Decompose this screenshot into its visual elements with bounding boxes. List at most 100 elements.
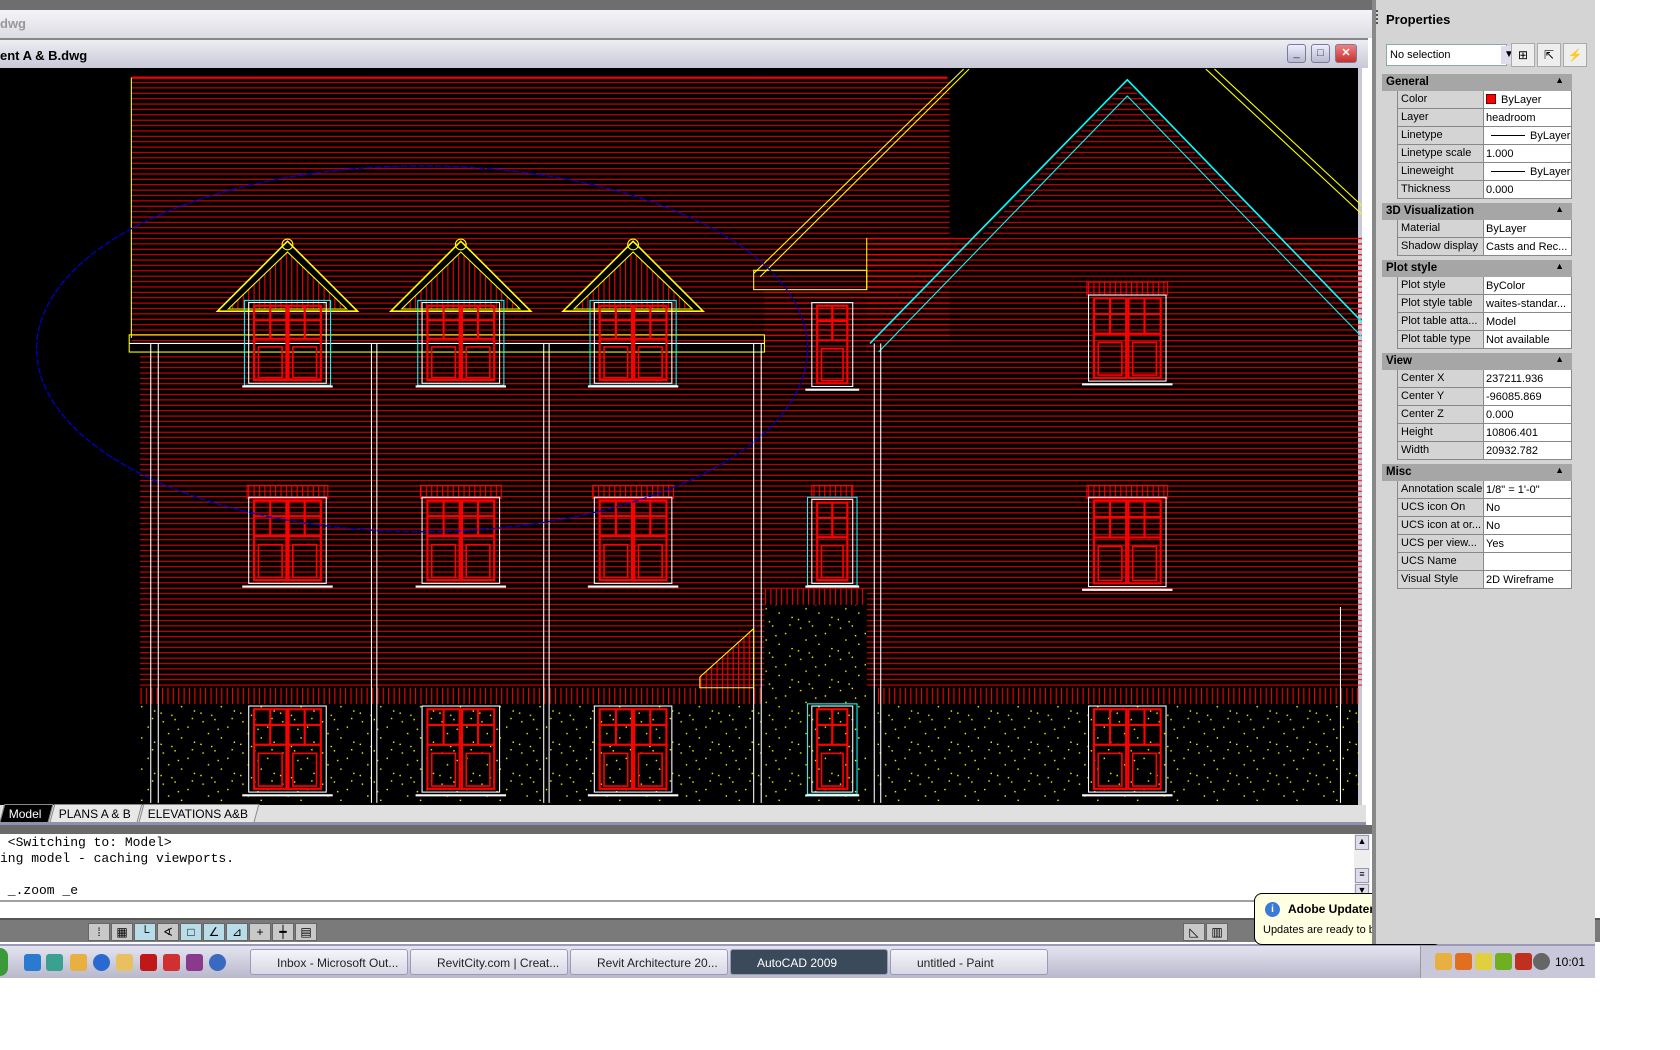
command-line-history[interactable]: <Switching to: Model> ing model - cachin…: [0, 834, 1372, 902]
quick-select-button[interactable]: ⚡: [1563, 43, 1587, 67]
ortho-icon[interactable]: └: [134, 923, 156, 941]
property-row[interactable]: Visual Style 2D Wireframe: [1397, 571, 1572, 589]
clock[interactable]: 10:01: [1555, 955, 1585, 969]
taskbar-item-autocad[interactable]: AutoCAD 2009: [730, 949, 888, 975]
property-value[interactable]: 10806.401: [1484, 424, 1572, 441]
taskbar-item-paint[interactable]: untitled - Paint: [890, 949, 1048, 975]
property-row[interactable]: Linetype scale 1.000: [1397, 145, 1572, 163]
collapse-icon[interactable]: ▲: [1555, 261, 1564, 271]
drawing-viewport[interactable]: [0, 68, 1363, 805]
section-3d-visualization[interactable]: 3D Visualization ▲: [1382, 203, 1572, 220]
property-value[interactable]: ByLayer: [1484, 163, 1572, 180]
quicklaunch-desktop-icon[interactable]: [24, 954, 41, 971]
tray-network-icon[interactable]: [1475, 953, 1492, 970]
tab-plans[interactable]: PLANS A & B: [49, 804, 143, 822]
command-prompt[interactable]: _.zoom _e: [0, 883, 1372, 899]
grid-icon[interactable]: ▦: [111, 923, 133, 941]
quick-properties-icon[interactable]: ▤: [295, 923, 317, 941]
property-value[interactable]: ByLayer: [1484, 220, 1572, 237]
property-value[interactable]: ByLayer: [1484, 127, 1572, 144]
property-row[interactable]: Plot style ByColor: [1397, 277, 1572, 295]
taskbar-item-outlook[interactable]: Inbox - Microsoft Out...: [250, 949, 408, 975]
property-row[interactable]: Color ByLayer: [1397, 91, 1572, 109]
lineweight-icon[interactable]: ┿: [272, 923, 294, 941]
command-splitter[interactable]: [0, 825, 1372, 834]
selection-dropdown[interactable]: No selection ▼: [1386, 44, 1517, 66]
property-value[interactable]: Model: [1484, 313, 1572, 330]
property-value[interactable]: 20932.782: [1484, 442, 1572, 459]
property-row[interactable]: Material ByLayer: [1397, 220, 1572, 238]
select-objects-button[interactable]: ⇱: [1537, 43, 1561, 67]
property-row[interactable]: UCS per view... Yes: [1397, 535, 1572, 553]
property-row[interactable]: Plot table atta... Model: [1397, 313, 1572, 331]
property-row[interactable]: Plot table type Not available: [1397, 331, 1572, 349]
quicklaunch-revit-icon[interactable]: [186, 954, 203, 971]
property-value[interactable]: headroom: [1484, 109, 1572, 126]
taskbar-item-revit[interactable]: Revit Architecture 20...: [570, 949, 728, 975]
osnap-icon[interactable]: □: [180, 923, 202, 941]
polar-icon[interactable]: ∢: [157, 923, 179, 941]
close-button[interactable]: ✕: [1335, 44, 1357, 63]
quicklaunch-ie-icon[interactable]: [93, 954, 110, 971]
tray-nvidia-icon[interactable]: [1495, 953, 1512, 970]
maximize-button[interactable]: □: [1311, 44, 1330, 63]
property-value[interactable]: 1/8" = 1'-0": [1484, 481, 1572, 498]
property-value[interactable]: 0.000: [1484, 181, 1572, 198]
property-row[interactable]: Center X 237211.936: [1397, 370, 1572, 388]
property-row[interactable]: Linetype ByLayer: [1397, 127, 1572, 145]
palette-grip[interactable]: [1376, 10, 1380, 24]
minimize-button[interactable]: _: [1287, 44, 1306, 63]
property-row[interactable]: UCS icon at or... No: [1397, 517, 1572, 535]
snap-icon[interactable]: ⁞: [88, 923, 110, 941]
property-row[interactable]: Center Y -96085.869: [1397, 388, 1572, 406]
property-value[interactable]: [1484, 553, 1572, 570]
quicklaunch-autocad-icon[interactable]: [163, 954, 180, 971]
tab-elevations[interactable]: ELEVATIONS A&B: [138, 804, 260, 822]
section-plot-style[interactable]: Plot style ▲: [1382, 260, 1572, 277]
toggle-pickadd-button[interactable]: ⊞: [1511, 43, 1535, 67]
property-value[interactable]: Yes: [1484, 535, 1572, 552]
quicklaunch-recycle-icon[interactable]: [46, 954, 63, 971]
section-misc[interactable]: Misc ▲: [1382, 464, 1572, 481]
property-value[interactable]: waites-standar...: [1484, 295, 1572, 312]
section-general[interactable]: General ▲: [1382, 74, 1572, 91]
property-value[interactable]: 237211.936: [1484, 370, 1572, 387]
property-row[interactable]: Plot style table waites-standar...: [1397, 295, 1572, 313]
start-button[interactable]: [0, 948, 8, 976]
section-view[interactable]: View ▲: [1382, 353, 1572, 370]
taskbar-item-ie[interactable]: RevitCity.com | Creat...: [410, 949, 568, 975]
tray-volume-icon[interactable]: [1515, 953, 1532, 970]
property-row[interactable]: Layer headroom: [1397, 109, 1572, 127]
command-scrollbar[interactable]: ▲ ≡ ▼: [1354, 834, 1370, 902]
property-row[interactable]: Lineweight ByLayer: [1397, 163, 1572, 181]
property-row[interactable]: Shadow display Casts and Rec...: [1397, 238, 1572, 256]
scroll-thumb[interactable]: ≡: [1355, 868, 1369, 883]
tab-model[interactable]: Model: [0, 804, 54, 822]
property-value[interactable]: No: [1484, 499, 1572, 516]
model-space-icon[interactable]: ◺: [1183, 923, 1205, 941]
property-row[interactable]: Height 10806.401: [1397, 424, 1572, 442]
property-value[interactable]: ByLayer: [1484, 91, 1572, 108]
collapse-icon[interactable]: ▲: [1555, 465, 1564, 475]
property-row[interactable]: UCS icon On No: [1397, 499, 1572, 517]
quicklaunch-acrobat-icon[interactable]: [140, 954, 157, 971]
property-value[interactable]: Casts and Rec...: [1484, 238, 1572, 255]
property-row[interactable]: Annotation scale 1/8" = 1'-0": [1397, 481, 1572, 499]
elevation-drawing[interactable]: [0, 68, 1363, 805]
quicklaunch-outlook-icon[interactable]: [70, 954, 87, 971]
property-value[interactable]: ByColor: [1484, 277, 1572, 294]
dyn-icon[interactable]: +: [249, 923, 271, 941]
layout-view-icon[interactable]: ▥: [1206, 923, 1228, 941]
otrack-icon[interactable]: ∠: [203, 923, 225, 941]
scroll-up-icon[interactable]: ▲: [1355, 835, 1369, 850]
property-row[interactable]: UCS Name: [1397, 553, 1572, 571]
property-row[interactable]: Thickness 0.000: [1397, 181, 1572, 199]
collapse-icon[interactable]: ▲: [1555, 75, 1564, 85]
tray-misc-icon[interactable]: [1533, 953, 1550, 970]
property-value[interactable]: 1.000: [1484, 145, 1572, 162]
property-row[interactable]: Center Z 0.000: [1397, 406, 1572, 424]
quicklaunch-folder-icon[interactable]: [116, 954, 133, 971]
property-value[interactable]: Not available: [1484, 331, 1572, 348]
property-value[interactable]: 2D Wireframe: [1484, 571, 1572, 588]
tray-outlook-icon[interactable]: [1435, 953, 1452, 970]
